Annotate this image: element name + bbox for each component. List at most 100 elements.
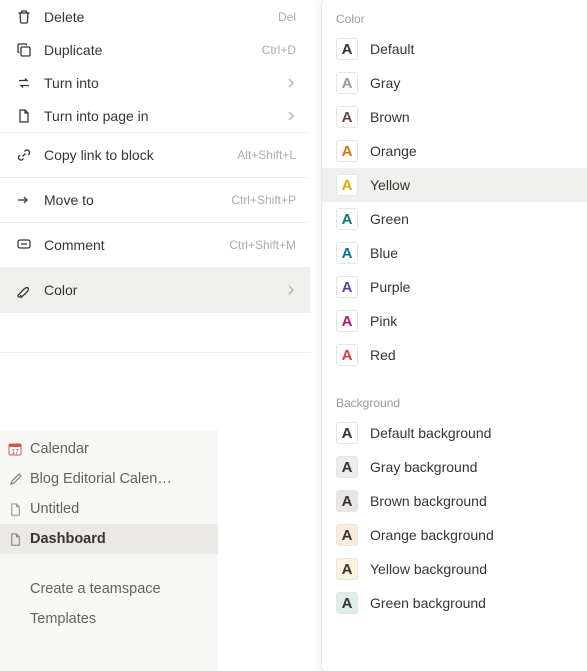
sidebar: 17 Calendar Blog Editorial Calen… Untitl… — [0, 430, 218, 671]
menu-item-color[interactable]: Color — [0, 268, 310, 312]
swatch-icon: A — [336, 490, 358, 512]
color-label: Blue — [370, 245, 398, 261]
swatch-icon: A — [336, 456, 358, 478]
sidebar-create-teamspace[interactable]: Create a teamspace — [0, 574, 218, 604]
sidebar-templates[interactable]: Templates — [0, 604, 218, 634]
color-label: Gray background — [370, 459, 477, 475]
swatch-icon: A — [336, 242, 358, 264]
swatch-icon: A — [336, 174, 358, 196]
chevron-right-icon — [286, 285, 296, 295]
menu-item-duplicate[interactable]: Duplicate Ctrl+D — [0, 33, 310, 66]
menu-item-label: Color — [44, 282, 286, 298]
color-option-orange[interactable]: A Orange — [322, 134, 587, 168]
swatch-icon: A — [336, 106, 358, 128]
swatch-icon: A — [336, 276, 358, 298]
sidebar-item-label: Templates — [30, 611, 210, 627]
color-option-blue[interactable]: A Blue — [322, 236, 587, 270]
page-icon — [4, 498, 26, 520]
swatch-icon: A — [336, 310, 358, 332]
chevron-right-icon — [286, 111, 296, 121]
color-label: Default — [370, 41, 414, 57]
swatch-icon: A — [336, 592, 358, 614]
calendar-icon: 17 — [4, 438, 26, 460]
color-label: Red — [370, 347, 396, 363]
shortcut-hint: Ctrl+Shift+M — [229, 238, 296, 252]
bg-option-default[interactable]: A Default background — [322, 416, 587, 450]
menu-item-label: Delete — [44, 9, 278, 25]
menu-item-label: Move to — [44, 192, 231, 208]
swatch-icon: A — [336, 422, 358, 444]
color-option-brown[interactable]: A Brown — [322, 100, 587, 134]
menu-item-move-to[interactable]: Move to Ctrl+Shift+P — [0, 178, 310, 222]
menu-item-label: Turn into — [44, 75, 286, 91]
sidebar-item-calendar[interactable]: 17 Calendar — [0, 434, 218, 464]
color-option-yellow[interactable]: A Yellow — [322, 168, 587, 202]
move-to-icon — [14, 190, 34, 210]
page-icon — [14, 106, 34, 126]
menu-item-turn-into[interactable]: Turn into — [0, 66, 310, 99]
menu-spacer — [0, 313, 310, 353]
section-title-color: Color — [322, 6, 587, 32]
block-context-menu: Delete Del Duplicate Ctrl+D Turn into Tu… — [0, 0, 310, 353]
color-label: Brown — [370, 109, 410, 125]
bg-option-brown[interactable]: A Brown background — [322, 484, 587, 518]
menu-item-copy-link[interactable]: Copy link to block Alt+Shift+L — [0, 133, 310, 177]
color-label: Yellow background — [370, 561, 487, 577]
swatch-icon: A — [336, 524, 358, 546]
link-icon — [14, 145, 34, 165]
sidebar-item-label: Dashboard — [30, 531, 210, 547]
bg-option-orange[interactable]: A Orange background — [322, 518, 587, 552]
duplicate-icon — [14, 40, 34, 60]
color-label: Green background — [370, 595, 486, 611]
sidebar-item-label: Untitled — [30, 501, 210, 517]
sidebar-item-dashboard[interactable]: Dashboard — [0, 524, 218, 554]
sidebar-item-label: Calendar — [30, 441, 210, 457]
color-label: Brown background — [370, 493, 487, 509]
color-option-gray[interactable]: A Gray — [322, 66, 587, 100]
section-title-background: Background — [322, 390, 587, 416]
turn-into-icon — [14, 73, 34, 93]
menu-item-label: Turn into page in — [44, 108, 286, 124]
sidebar-item-untitled[interactable]: Untitled — [0, 494, 218, 524]
color-option-green[interactable]: A Green — [322, 202, 587, 236]
svg-text:17: 17 — [11, 449, 19, 456]
shortcut-hint: Del — [278, 10, 296, 24]
color-label: Orange — [370, 143, 417, 159]
color-option-default[interactable]: A Default — [322, 32, 587, 66]
trash-icon — [14, 7, 34, 27]
swatch-icon: A — [336, 140, 358, 162]
bg-option-yellow[interactable]: A Yellow background — [322, 552, 587, 586]
shortcut-hint: Alt+Shift+L — [237, 148, 296, 162]
color-label: Gray — [370, 75, 400, 91]
page-icon — [4, 528, 26, 550]
color-label: Green — [370, 211, 409, 227]
color-label: Default background — [370, 425, 491, 441]
swatch-icon: A — [336, 558, 358, 580]
swatch-icon: A — [336, 38, 358, 60]
color-label: Purple — [370, 279, 410, 295]
color-icon — [14, 280, 34, 300]
menu-item-delete[interactable]: Delete Del — [0, 0, 310, 33]
color-label: Pink — [370, 313, 397, 329]
menu-item-label: Duplicate — [44, 42, 262, 58]
swatch-icon: A — [336, 72, 358, 94]
menu-item-comment[interactable]: Comment Ctrl+Shift+M — [0, 223, 310, 267]
color-submenu: Color A Default A Gray A Brown A Orange … — [322, 0, 587, 671]
sidebar-item-blog-editorial[interactable]: Blog Editorial Calen… — [0, 464, 218, 494]
sidebar-item-label: Create a teamspace — [30, 581, 210, 597]
pencil-icon — [4, 468, 26, 490]
color-option-purple[interactable]: A Purple — [322, 270, 587, 304]
menu-item-label: Copy link to block — [44, 147, 237, 163]
menu-item-turn-into-page[interactable]: Turn into page in — [0, 99, 310, 132]
chevron-right-icon — [286, 78, 296, 88]
bg-option-green[interactable]: A Green background — [322, 586, 587, 620]
color-option-red[interactable]: A Red — [322, 338, 587, 372]
color-option-pink[interactable]: A Pink — [322, 304, 587, 338]
swatch-icon: A — [336, 344, 358, 366]
comment-icon — [14, 235, 34, 255]
shortcut-hint: Ctrl+D — [262, 43, 296, 57]
shortcut-hint: Ctrl+Shift+P — [231, 193, 296, 207]
bg-option-gray[interactable]: A Gray background — [322, 450, 587, 484]
swatch-icon: A — [336, 208, 358, 230]
color-label: Orange background — [370, 527, 494, 543]
